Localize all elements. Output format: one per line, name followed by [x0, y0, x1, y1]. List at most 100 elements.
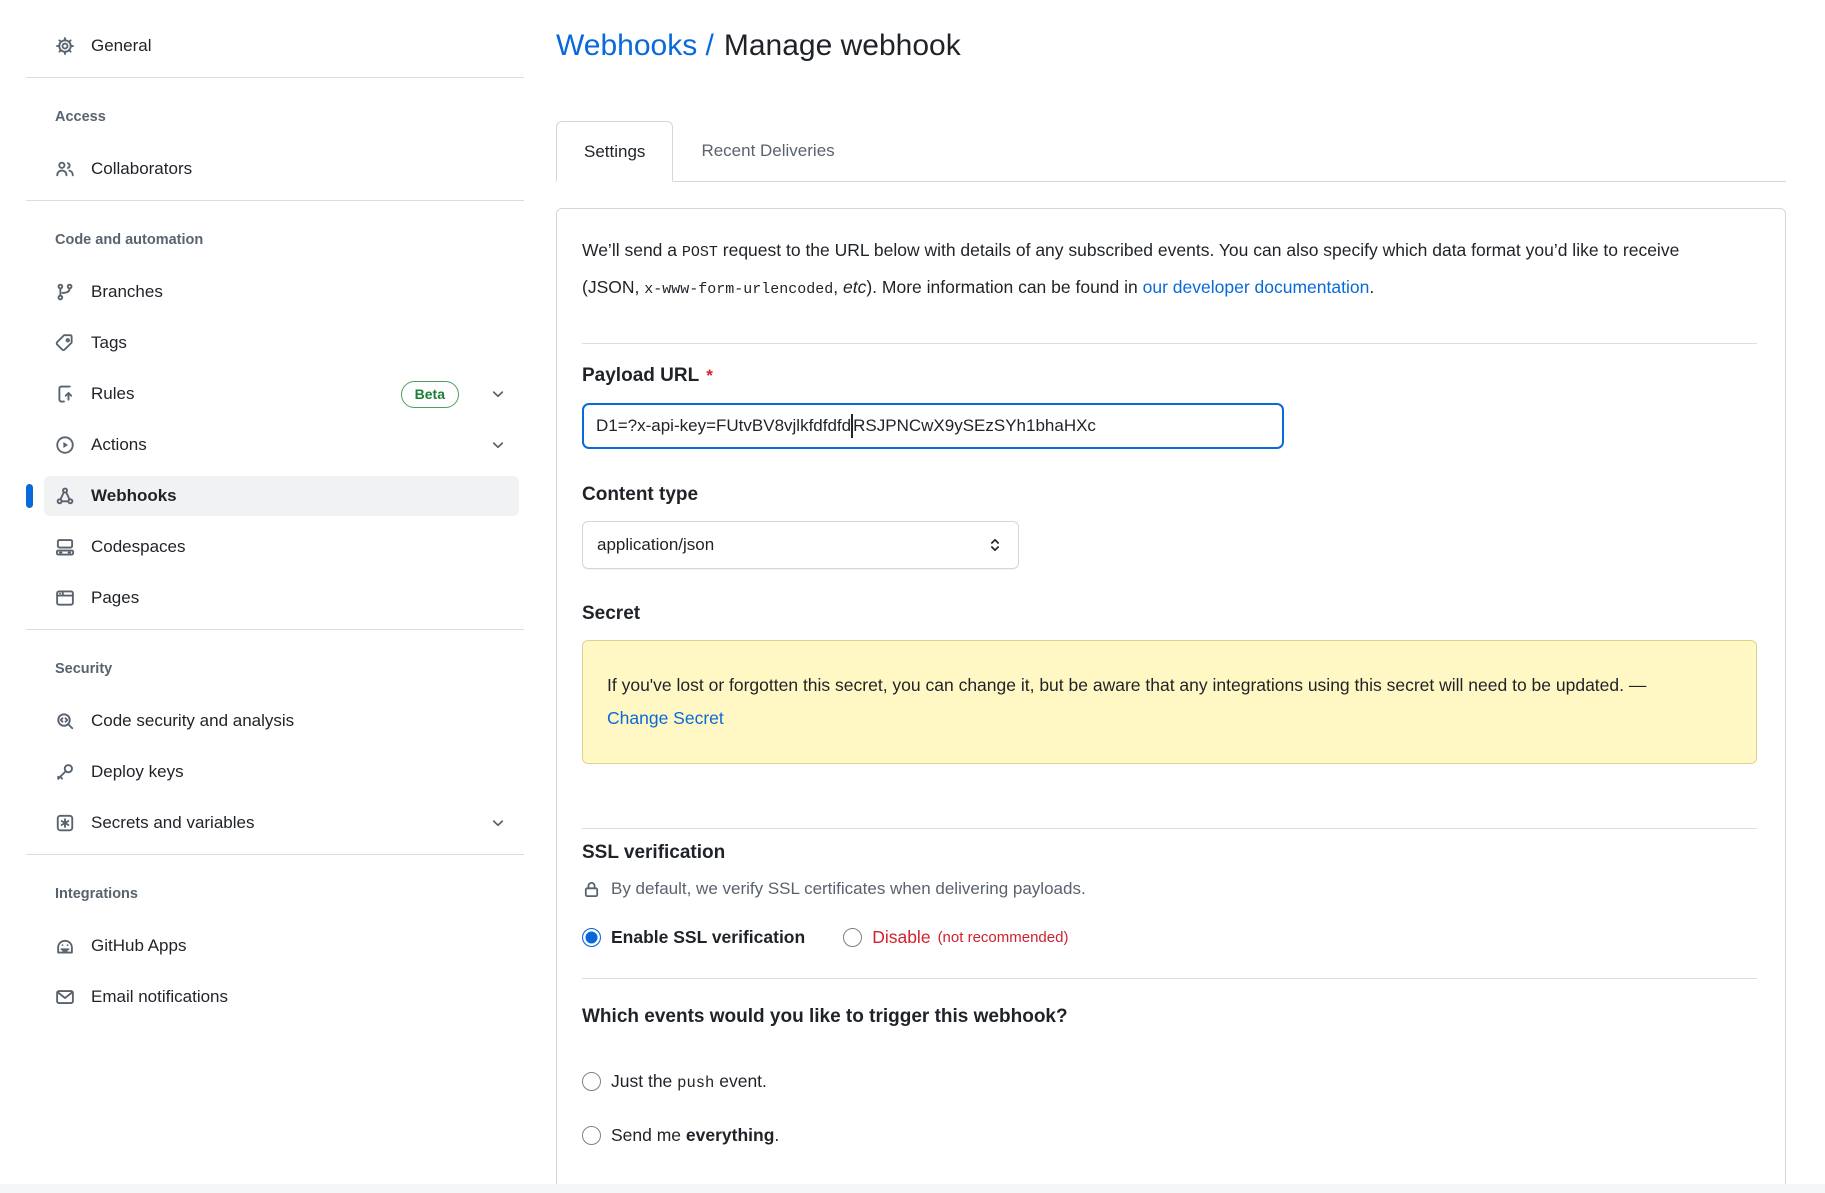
intro-text: . — [1369, 277, 1374, 297]
just-push-label: Just the push event. — [611, 1071, 767, 1092]
intro-paragraph: We’ll send a POST request to the URL bel… — [582, 233, 1702, 307]
just-push-label-text: Just the — [611, 1071, 677, 1091]
chevron-down-icon[interactable] — [489, 385, 507, 403]
sidebar-item-rules[interactable]: Rules Beta — [44, 374, 519, 414]
content-type-selected-value: application/json — [597, 535, 714, 555]
play-circle-icon — [55, 435, 75, 455]
chevron-down-icon[interactable] — [489, 814, 507, 832]
browser-icon — [55, 588, 75, 608]
sidebar-item-secrets-and-variables[interactable]: Secrets and variables — [44, 803, 519, 843]
enable-ssl-label: Enable SSL verification — [611, 927, 805, 948]
change-secret-link[interactable]: Change Secret — [607, 708, 724, 728]
push-code: push — [677, 1074, 714, 1092]
sidebar-item-label: Webhooks — [91, 486, 177, 506]
tab-recent-deliveries[interactable]: Recent Deliveries — [673, 121, 862, 181]
developer-documentation-link[interactable]: our developer documentation — [1143, 277, 1370, 297]
sidebar-item-label: Email notifications — [91, 987, 228, 1007]
sidebar-item-deploy-keys[interactable]: Deploy keys — [44, 752, 519, 792]
sidebar-item-actions[interactable]: Actions — [44, 425, 519, 465]
send-everything-radio[interactable] — [582, 1126, 601, 1145]
sidebar-item-tags[interactable]: Tags — [44, 323, 519, 363]
event-option-everything: Send me everything. — [582, 1125, 1757, 1146]
sidebar-item-pages[interactable]: Pages — [44, 578, 519, 618]
disable-ssl-note: (not recommended) — [938, 929, 1069, 946]
webhook-tabnav: Settings Recent Deliveries — [556, 121, 1786, 182]
key-icon — [55, 762, 75, 782]
git-branch-icon — [55, 282, 75, 302]
tab-settings[interactable]: Settings — [556, 121, 673, 182]
lock-icon — [582, 880, 601, 899]
intro-text: ). More information can be found in — [866, 277, 1142, 297]
secret-label: Secret — [582, 602, 1757, 626]
content-type-select[interactable]: application/json — [582, 521, 1019, 569]
events-heading: Which events would you like to trigger t… — [582, 1005, 1757, 1029]
sidebar-item-label: General — [91, 36, 151, 56]
intro-etc: etc — [843, 277, 866, 297]
webhook-settings-panel: We’ll send a POST request to the URL bel… — [556, 208, 1786, 1193]
send-everything-label-text: . — [774, 1125, 779, 1145]
post-code: POST — [682, 244, 718, 261]
just-push-radio[interactable] — [582, 1072, 601, 1091]
chevron-down-icon[interactable] — [489, 436, 507, 454]
disable-ssl-radio[interactable] — [843, 928, 862, 947]
section-divider — [582, 343, 1757, 344]
send-everything-label-text: Send me — [611, 1125, 686, 1145]
sidebar-divider — [26, 77, 524, 78]
ssl-note: By default, we verify SSL certificates w… — [582, 879, 1757, 899]
ssl-note-text: By default, we verify SSL certificates w… — [611, 879, 1086, 899]
sidebar-item-github-apps[interactable]: GitHub Apps — [44, 926, 519, 966]
send-everything-label: Send me everything. — [611, 1125, 779, 1146]
sidebar-item-branches[interactable]: Branches — [44, 272, 519, 312]
sidebar-divider — [26, 629, 524, 630]
gear-icon — [55, 36, 75, 56]
sidebar-divider — [26, 200, 524, 201]
secret-warning-box: If you've lost or forgotten this secret,… — [582, 640, 1757, 764]
sidebar-section-integrations-title: Integrations — [55, 885, 530, 903]
sidebar-item-label: Codespaces — [91, 537, 186, 557]
urlencoded-code: x-www-form-urlencoded — [644, 281, 833, 298]
sidebar-item-label: Collaborators — [91, 159, 192, 179]
beta-badge: Beta — [401, 381, 459, 408]
payload-url-input[interactable]: D1=?x-api-key=FUtvBV8vjlkfdfdfdRSJPNCwX9… — [582, 403, 1284, 449]
just-push-label-text: event. — [714, 1071, 767, 1091]
sidebar-item-label: Actions — [91, 435, 147, 455]
everything-bold-text: everything — [686, 1125, 775, 1145]
enable-ssl-radio[interactable] — [582, 928, 601, 947]
sidebar-item-code-security[interactable]: Code security and analysis — [44, 701, 519, 741]
page-title: Webhooks / Manage webhook — [556, 26, 1786, 66]
disable-ssl-label: Disable — [872, 927, 930, 948]
webhook-icon — [55, 486, 75, 506]
sidebar-item-webhooks[interactable]: Webhooks — [44, 476, 519, 516]
sidebar-item-label: Secrets and variables — [91, 813, 254, 833]
codescan-icon — [55, 711, 75, 731]
unfold-icon — [986, 536, 1004, 554]
event-option-just-push: Just the push event. — [582, 1071, 1757, 1092]
sidebar-item-label: Deploy keys — [91, 762, 184, 782]
sidebar-item-collaborators[interactable]: Collaborators — [44, 149, 519, 189]
intro-text: , — [833, 277, 843, 297]
sidebar-item-label: Code security and analysis — [91, 711, 294, 731]
rules-icon — [55, 384, 75, 404]
tag-icon — [55, 333, 75, 353]
breadcrumb-webhooks-link[interactable]: Webhooks / — [556, 29, 714, 62]
secret-warning-text: If you've lost or forgotten this secret,… — [607, 669, 1712, 735]
settings-sidebar: General Access Collaborators Code and au… — [0, 0, 530, 1193]
page-title-text: Manage webhook — [724, 29, 961, 62]
sidebar-section-code-title: Code and automation — [55, 231, 530, 249]
payload-url-label: Payload URL * — [582, 364, 1757, 388]
sidebar-item-codespaces[interactable]: Codespaces — [44, 527, 519, 567]
sidebar-section-security-title: Security — [55, 660, 530, 678]
sidebar-item-label: Rules — [91, 384, 134, 404]
secret-warning-body: If you've lost or forgotten this secret,… — [607, 675, 1646, 695]
ssl-radio-group: Enable SSL verification Disable (not rec… — [582, 927, 1757, 948]
viewport-bottom-strip — [0, 1184, 1825, 1193]
sidebar-item-email-notifications[interactable]: Email notifications — [44, 977, 519, 1017]
payload-url-value: RSJPNCwX9ySEzSYh1bhaHXc — [853, 416, 1096, 436]
section-divider — [582, 978, 1757, 979]
sidebar-item-label: Pages — [91, 588, 139, 608]
app-robot-icon — [55, 936, 75, 956]
sidebar-item-general[interactable]: General — [44, 26, 519, 66]
intro-text: We’ll send a — [582, 240, 682, 260]
sidebar-item-label: Branches — [91, 282, 163, 302]
main-content: Webhooks / Manage webhook Settings Recent… — [530, 0, 1825, 1193]
